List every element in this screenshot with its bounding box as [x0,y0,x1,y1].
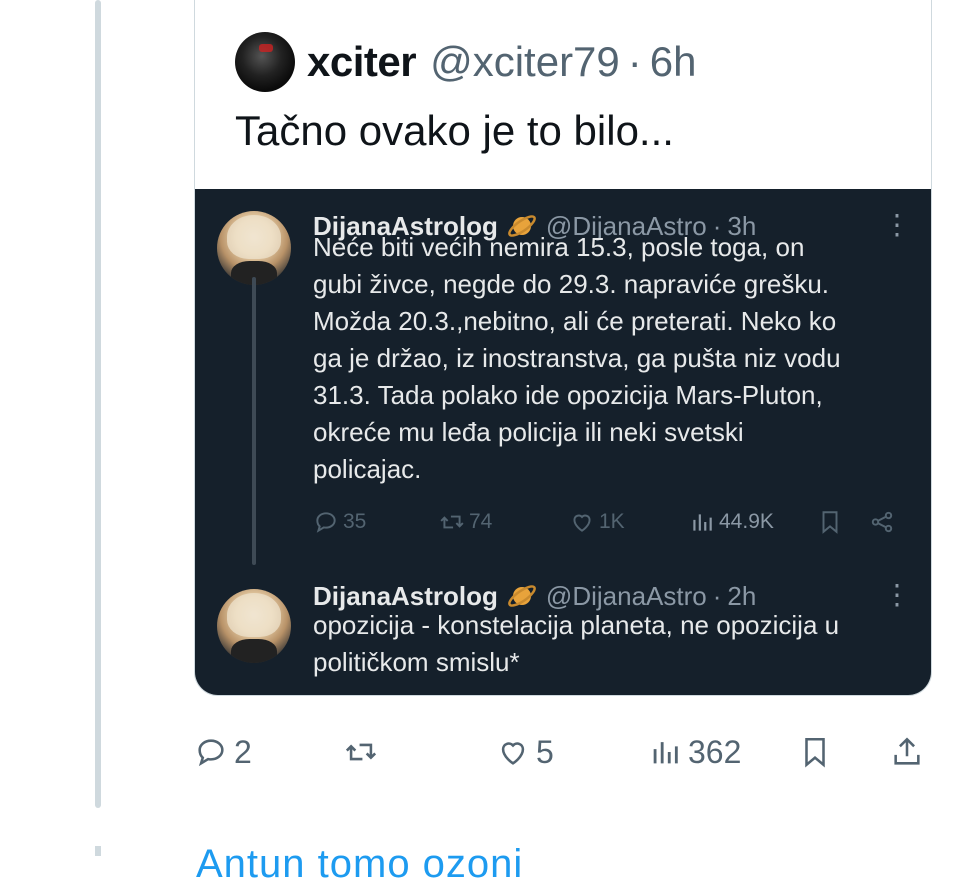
embedded-reply-button[interactable]: 35 [313,509,439,535]
retweet-icon [345,743,377,761]
tweet-line: policajac. [313,454,422,484]
like-button[interactable]: 5 [496,730,554,774]
reply-count: 2 [234,733,252,770]
thread-connector-line [95,0,101,808]
thread-connector-line-lower [95,846,101,856]
embedded-retweet-button[interactable]: 74 [439,509,569,535]
retweet-icon [440,515,464,529]
reply-thread-line [252,277,256,565]
quoted-tweet-header: xciter @xciter79 · 6h [235,32,697,92]
retweet-button[interactable] [344,730,378,774]
tweet-action-bar: 2 5 362 [194,730,932,774]
dijana-avatar[interactable] [217,211,291,285]
heart-icon [573,514,591,532]
views-count: 362 [688,733,742,770]
embedded-screenshot[interactable]: DijanaAstrolog @DijanaAstro · 3h ⋮ Neće … [195,189,931,695]
tweet-line: gubi živce, negde do 29.3. napraviće gre… [313,269,830,299]
tweet-line: ga je držao, iz inostranstva, ga pušta n… [313,343,841,373]
reply-count: 35 [343,510,367,533]
retweet-count: 74 [469,510,493,533]
share-icon [871,511,893,533]
tweet-line: Neće biti većih nemira 15.3, posle toga,… [313,232,805,262]
bookmark-icon [822,511,838,534]
embedded-like-button[interactable]: 1K [569,509,689,535]
embedded-share-button[interactable] [869,509,895,535]
bookmark-button[interactable] [798,730,832,774]
dijana-avatar[interactable] [217,589,291,663]
tweet-line: Možda 20.3.,nebitno, ali će preterati. N… [313,306,837,336]
like-count: 5 [536,733,554,770]
reply-icon [316,512,336,533]
next-tweet-partial-text[interactable]: Antun tomo ozoni [196,842,523,887]
heart-icon [501,742,525,765]
tweet-line: političkom smislu* [313,647,520,677]
embedded-bookmark-button[interactable] [817,509,869,535]
embedded-tweet-text: Neće biti većih nemira 15.3, posle toga,… [313,229,913,488]
reply-button[interactable]: 2 [194,730,252,774]
embedded-views-button[interactable]: 44.9K [689,509,817,535]
reply-icon [198,739,224,767]
like-count: 1K [599,510,625,533]
xciter-avatar[interactable] [235,32,295,92]
views-chart-icon [693,514,712,531]
views-count: 44.9K [719,510,774,533]
share-upload-icon [894,737,920,765]
author-handle[interactable]: @xciter79 [430,38,620,86]
quoted-tweet-card[interactable]: xciter @xciter79 · 6h Tačno ovako je to … [194,0,932,696]
author-name[interactable]: xciter [307,38,417,86]
tweet-line: 31.3. Tada polako ide opozicija Mars-Plu… [313,380,823,410]
quote-text: Tačno ovako je to bilo... [235,107,674,154]
share-button[interactable] [890,730,924,774]
views-button[interactable]: 362 [648,730,741,774]
bookmark-icon [805,737,825,768]
more-options-icon[interactable]: ⋮ [883,581,911,609]
embedded-action-bar: 35 74 1K 44.9K [313,505,911,539]
tweet-time[interactable]: 6h [650,38,697,86]
tweet-line: opozicija - konstelacija planeta, ne opo… [313,610,840,640]
tweet-line: okreće mu leđa policija ili neki svetski [313,417,744,447]
embedded-reply-text: opozicija - konstelacija planeta, ne opo… [313,607,913,681]
views-chart-icon [653,742,678,764]
separator-dot: · [627,38,642,85]
